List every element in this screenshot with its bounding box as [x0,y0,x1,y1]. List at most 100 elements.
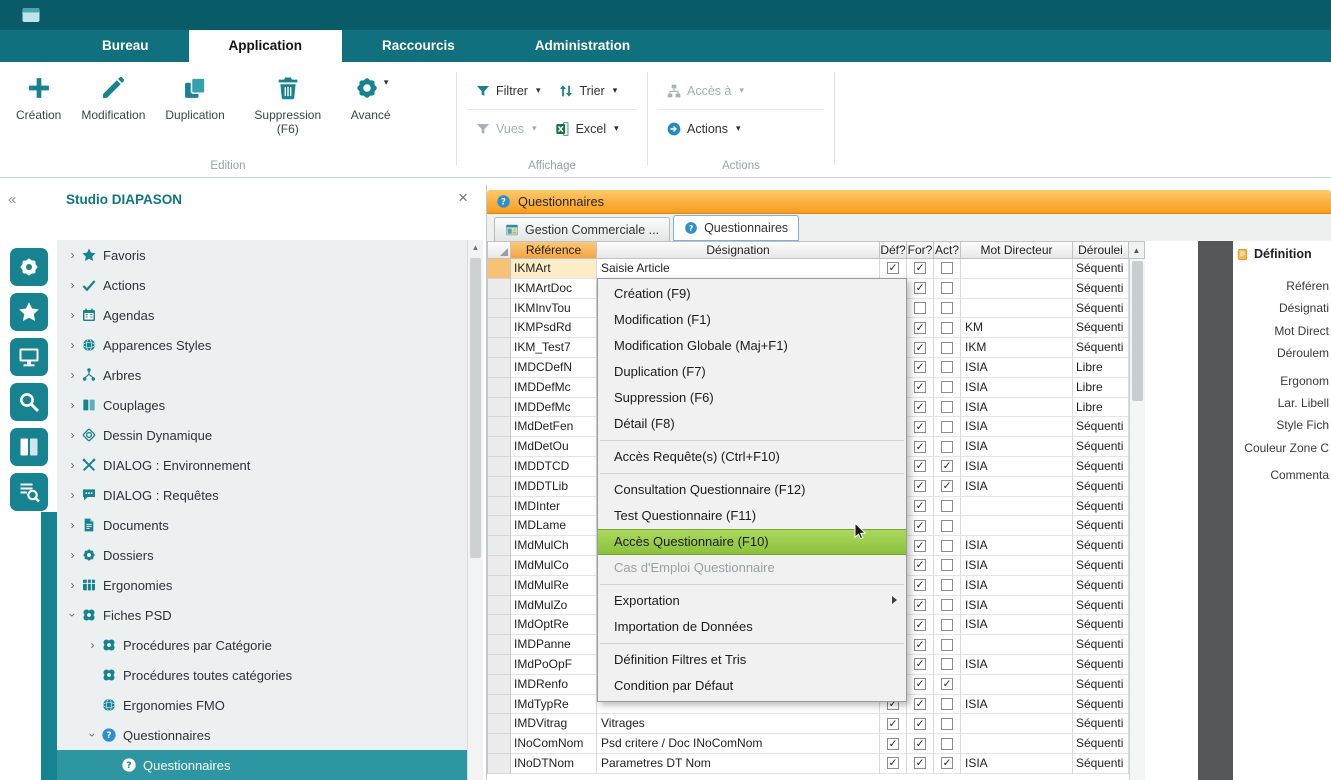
table-row[interactable]: IMDVitragVitragesSéquenti [487,714,1129,734]
panel-splitter[interactable] [1198,241,1233,780]
cell-act-checkbox[interactable] [934,437,961,457]
expander-icon[interactable]: › [64,518,81,532]
checkbox[interactable] [914,361,926,373]
suppression-button[interactable]: Suppression (F6) [235,74,341,137]
avance-button[interactable]: ▾ Avancé [341,74,401,137]
sidebar-item-questionnaires[interactable]: ›?Questionnaires [57,720,467,750]
scrollbar-thumb[interactable] [1132,261,1143,401]
checkbox[interactable] [941,678,953,690]
checkbox[interactable] [914,678,926,690]
checkbox[interactable] [914,698,926,710]
dock-gear-button[interactable] [10,248,48,286]
sidebar-item-ergonomies[interactable]: ›Ergonomies [57,570,467,600]
checkbox[interactable] [941,322,953,334]
ribbon-tab-application[interactable]: Application [189,30,343,62]
dock-search-button[interactable] [10,383,48,421]
cell-for-checkbox[interactable] [907,259,934,279]
menu-item-d-tail-f8[interactable]: Détail (F8) [598,411,906,437]
checkbox[interactable] [914,599,926,611]
cell-for-checkbox[interactable] [907,457,934,477]
sidebar-item-dessin-dynamique[interactable]: ›Dessin Dynamique [57,420,467,450]
checkbox[interactable] [914,381,926,393]
cell-act-checkbox[interactable] [934,477,961,497]
cell-act-checkbox[interactable] [934,358,961,378]
checkbox[interactable] [941,658,953,670]
dock-search-doc-button[interactable] [10,473,48,511]
checkbox[interactable] [941,342,953,354]
ribbon-tab-raccourcis[interactable]: Raccourcis [342,30,495,62]
checkbox[interactable] [941,401,953,413]
checkbox[interactable] [914,559,926,571]
expander-icon[interactable]: › [64,428,81,442]
cell-for-checkbox[interactable] [907,556,934,576]
checkbox[interactable] [941,639,953,651]
sidebar-item-arbres[interactable]: ›Arbres [57,360,467,390]
cell-for-checkbox[interactable] [907,358,934,378]
expander-icon[interactable]: › [64,338,81,352]
column-header-d-signation[interactable]: Désignation [597,241,880,259]
sidebar-item-dialog-requ-tes[interactable]: ›DIALOG : Requêtes [57,480,467,510]
cell-act-checkbox[interactable] [934,338,961,358]
sidebar-item-questionnaires[interactable]: ?Questionnaires [57,750,467,780]
cell-act-checkbox[interactable] [934,398,961,418]
close-icon[interactable]: × [458,188,468,208]
actions-button[interactable]: Actions ▾ [666,121,741,137]
cell-act-checkbox[interactable] [934,457,961,477]
cell-act-checkbox[interactable] [934,259,961,279]
collapse-panel-icon[interactable]: « [8,191,16,208]
cell-for-checkbox[interactable] [907,596,934,616]
checkbox[interactable] [941,559,953,571]
checkbox[interactable] [941,540,953,552]
sidebar-item-dossiers[interactable]: ›Dossiers [57,540,467,570]
checkbox[interactable] [887,262,899,274]
creation-button[interactable]: Création [6,74,71,137]
dock-monitor-button[interactable] [10,338,48,376]
checkbox[interactable] [941,460,953,472]
grid-scroll-up-icon[interactable]: ▲ [1129,241,1145,259]
cell-for-checkbox[interactable] [907,536,934,556]
cell-for-checkbox[interactable] [907,417,934,437]
expander-icon[interactable]: › [64,368,81,382]
cell-for-checkbox[interactable] [907,635,934,655]
checkbox[interactable] [941,282,953,294]
vues-button[interactable]: Vues ▾ [475,121,537,137]
cell-for-checkbox[interactable] [907,279,934,299]
cell-for-checkbox[interactable] [907,695,934,715]
cell-act-checkbox[interactable] [934,516,961,536]
cell-def-checkbox[interactable] [880,734,907,754]
column-header-r-f-rence[interactable]: Référence [511,241,597,259]
grid-corner-cell[interactable] [487,241,511,259]
sidebar-item-proc-dures-par-cat-gorie[interactable]: ›Procédures par Catégorie [57,630,467,660]
menu-item-cr-ation-f9[interactable]: Création (F9) [598,281,906,307]
cell-def-checkbox[interactable] [880,714,907,734]
menu-item-d-finition-filtres-et-tris[interactable]: Définition Filtres et Tris [598,647,906,673]
table-row[interactable]: INoDTNomParametres DT NomISIASéquenti [487,754,1129,774]
cell-act-checkbox[interactable] [934,576,961,596]
cell-act-checkbox[interactable] [934,279,961,299]
expander-icon[interactable]: › [84,638,101,652]
modification-button[interactable]: Modification [71,74,155,137]
cell-for-checkbox[interactable] [907,734,934,754]
excel-button[interactable]: Excel ▾ [555,121,619,137]
expander-icon[interactable]: › [64,458,81,472]
checkbox[interactable] [914,520,926,532]
scroll-up-icon[interactable]: ▲ [468,240,483,256]
cell-act-checkbox[interactable] [934,635,961,655]
cell-for-checkbox[interactable] [907,318,934,338]
cell-def-checkbox[interactable] [880,259,907,279]
checkbox[interactable] [914,500,926,512]
sidebar-item-documents[interactable]: ›Documents [57,510,467,540]
table-row[interactable]: INoComNomPsd critere / Doc INoComNomSéqu… [487,734,1129,754]
checkbox[interactable] [914,757,926,769]
checkbox[interactable] [914,282,926,294]
menu-item-exportation[interactable]: Exportation [598,588,906,614]
cell-for-checkbox[interactable] [907,655,934,675]
checkbox[interactable] [887,718,899,730]
tab-gestion-commerciale[interactable]: Gestion Commerciale ... [494,217,670,241]
sidebar-item-actions[interactable]: ›Actions [57,270,467,300]
menu-item-condition-par-d-faut[interactable]: Condition par Défaut [598,673,906,699]
sidebar-item-couplages[interactable]: ›Couplages [57,390,467,420]
grid-scrollbar[interactable] [1129,259,1145,780]
menu-item-modification-f1[interactable]: Modification (F1) [598,307,906,333]
sidebar-item-ergonomies-fmo[interactable]: Ergonomies FMO [57,690,467,720]
